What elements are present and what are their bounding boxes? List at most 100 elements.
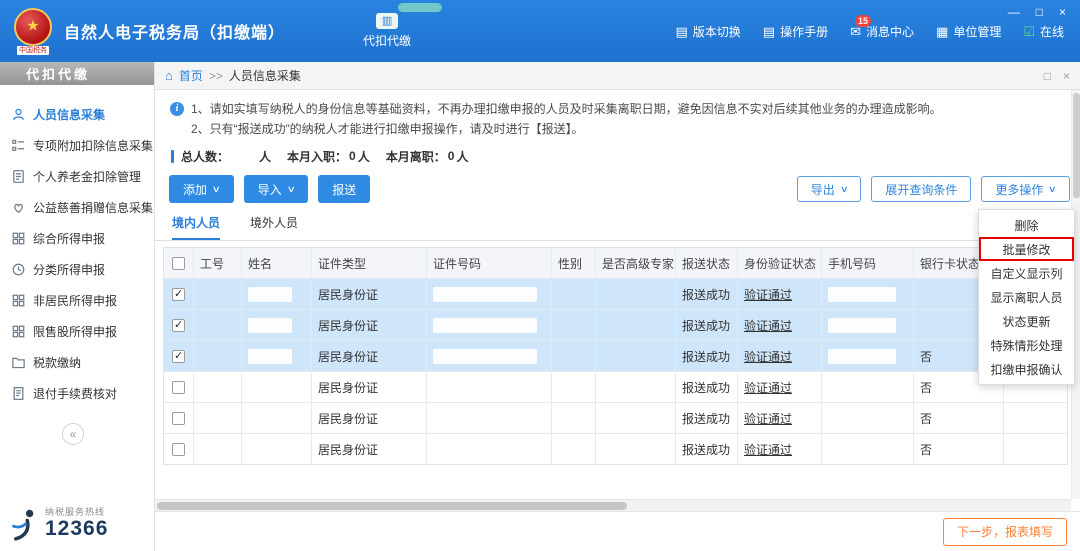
tab-withholding-module[interactable]: 代扣代缴: [363, 13, 411, 49]
sidebar-item-label: 分类所得申报: [33, 263, 106, 277]
row-checkbox[interactable]: [172, 318, 185, 332]
more-actions-button[interactable]: 更多操作 ∨: [981, 176, 1070, 202]
menu-item-custom-columns[interactable]: 自定义显示列: [979, 261, 1074, 285]
export-button[interactable]: 导出 ∨: [796, 176, 862, 202]
cell-name: [242, 434, 312, 464]
column-header: 手机号码: [822, 248, 914, 278]
sidebar-item-charity-donation[interactable]: 公益慈善捐赠信息采集: [0, 192, 154, 223]
menu-item-batch-edit[interactable]: 批量修改: [979, 237, 1074, 261]
cell-verify-status[interactable]: 验证通过: [738, 279, 822, 309]
nav-manual[interactable]: 操作手册: [763, 23, 828, 40]
sidebar-item-nonresident-income[interactable]: 非居民所得申报: [0, 285, 154, 316]
maximize-button[interactable]: □: [1036, 5, 1043, 19]
sidebar-item-personnel-info[interactable]: 人员信息采集: [0, 99, 154, 130]
sidebar-collapse-button[interactable]: «: [62, 423, 84, 445]
row-checkbox[interactable]: [172, 349, 185, 363]
breadcrumb: 首页 >> 人员信息采集 □ ×: [155, 62, 1080, 90]
cell-phone: [822, 341, 914, 371]
sidebar-item-special-deduction[interactable]: 专项附加扣除信息采集: [0, 130, 154, 161]
minimize-button[interactable]: —: [1008, 5, 1020, 19]
sidebar-item-label: 个人养老金扣除管理: [33, 170, 142, 184]
submit-button[interactable]: 报送: [318, 175, 371, 203]
horizontal-scrollbar[interactable]: [155, 499, 1071, 511]
cell-phone: [822, 279, 914, 309]
sidebar-item-pension-deduction[interactable]: 个人养老金扣除管理: [0, 161, 154, 192]
cell-phone: [822, 372, 914, 402]
deduction-list-icon: [12, 139, 25, 151]
cell-employee-no: [194, 341, 242, 371]
nav-version-switch[interactable]: 版本切换: [675, 23, 741, 40]
close-button[interactable]: ×: [1059, 5, 1066, 19]
menu-item-special-cases[interactable]: 特殊情形处理: [979, 333, 1074, 357]
cell-verify-status[interactable]: 验证通过: [738, 434, 822, 464]
cell-filler: [1004, 434, 1067, 464]
nav-label: 消息中心: [866, 24, 915, 39]
total-count-label: 总人数：: [181, 149, 230, 164]
panel-restore-button[interactable]: □: [1044, 69, 1051, 83]
column-header: 身份验证状态: [738, 248, 822, 278]
row-checkbox[interactable]: [172, 442, 185, 456]
expand-query-button[interactable]: 展开查询条件: [871, 176, 972, 202]
breadcrumb-home[interactable]: 首页: [179, 67, 203, 84]
nav-online-status[interactable]: 在线: [1023, 23, 1064, 40]
panel-close-button[interactable]: ×: [1063, 69, 1070, 83]
building-icon: [936, 25, 948, 38]
person-tabs: 境内人员 境外人员: [155, 209, 1080, 241]
stats-bar: 总人数：人 本月入职： 0 人 本月离职： 0 人: [155, 143, 1080, 169]
add-button[interactable]: 添加 ∨: [169, 175, 234, 203]
redacted-text: [433, 286, 537, 302]
cell-gender: [552, 279, 596, 309]
vertical-scrollbar-thumb[interactable]: [1073, 93, 1080, 198]
more-actions-menu: 删除 批量修改 自定义显示列 显示离职人员 状态更新 特殊情形处理 扣缴申报确认: [978, 209, 1075, 385]
sidebar-item-label: 综合所得申报: [33, 232, 106, 246]
cell-verify-status[interactable]: 验证通过: [738, 341, 822, 371]
import-button[interactable]: 导入 ∨: [243, 175, 309, 203]
cell-employee-no: [194, 372, 242, 402]
cell-id-number: [427, 434, 552, 464]
table-row[interactable]: 居民身份证 报送成功 验证通过 否: [164, 340, 1067, 371]
menu-item-status-update[interactable]: 状态更新: [979, 309, 1074, 333]
row-checkbox[interactable]: [172, 411, 185, 425]
nav-message-center[interactable]: 15 消息中心: [850, 14, 915, 40]
hotline-number: 12366: [45, 516, 109, 540]
table-row[interactable]: 居民身份证 报送成功 验证通过 否: [164, 371, 1067, 402]
sidebar-item-refund-fee-check[interactable]: 退付手续费核对: [0, 378, 154, 409]
receipt-icon: [13, 387, 24, 400]
chevron-down-icon: ∨: [839, 183, 849, 194]
menu-item-delete[interactable]: 删除: [979, 213, 1074, 237]
sidebar-item-tax-payment[interactable]: 税款缴纳: [0, 347, 154, 378]
sidebar-item-classified-income[interactable]: 分类所得申报: [0, 254, 154, 285]
row-checkbox[interactable]: [172, 380, 185, 394]
horizontal-scrollbar-thumb[interactable]: [157, 502, 627, 510]
tab-foreign-personnel[interactable]: 境外人员: [250, 214, 298, 240]
cell-name: [242, 279, 312, 309]
sidebar: 代扣代缴 人员信息采集 专项附加扣除信息采集 个人养老金扣除管理 公益慈善捐赠信…: [0, 62, 155, 551]
sidebar-item-restricted-stock-income[interactable]: 限售股所得申报: [0, 316, 154, 347]
main-area: 首页 >> 人员信息采集 □ × 1、请如实填写纳税人的身份信息等基础资料，不再…: [155, 62, 1080, 551]
next-step-button[interactable]: 下一步，报表填写: [942, 517, 1067, 546]
table-row[interactable]: 居民身份证 报送成功 验证通过: [164, 278, 1067, 309]
menu-item-show-resigned[interactable]: 显示离职人员: [979, 285, 1074, 309]
sidebar-item-comprehensive-income[interactable]: 综合所得申报: [0, 223, 154, 254]
topbar-pill: [398, 3, 442, 12]
grid-icon: [12, 294, 25, 307]
personnel-table: 工号 姓名 证件类型 证件号码 性别 是否高级专家 报送状态 身份验证状态 手机…: [163, 247, 1068, 465]
cell-verify-status[interactable]: 验证通过: [738, 403, 822, 433]
table-row[interactable]: 居民身份证 报送成功 验证通过 否: [164, 433, 1067, 464]
menu-item-withholding-confirm[interactable]: 扣缴申报确认: [979, 357, 1074, 381]
cell-name: [242, 403, 312, 433]
cell-senior-expert: [596, 310, 676, 340]
table-row[interactable]: 居民身份证 报送成功 验证通过 否: [164, 402, 1067, 433]
tab-domestic-personnel[interactable]: 境内人员: [172, 214, 221, 240]
cell-senior-expert: [596, 341, 676, 371]
select-all-checkbox[interactable]: [172, 256, 185, 270]
table-row[interactable]: 居民身份证 报送成功 验证通过: [164, 309, 1067, 340]
cell-senior-expert: [596, 372, 676, 402]
cell-employee-no: [194, 310, 242, 340]
cell-verify-status[interactable]: 验证通过: [738, 372, 822, 402]
message-badge: 15: [854, 14, 871, 27]
row-checkbox[interactable]: [172, 287, 185, 301]
cell-verify-status[interactable]: 验证通过: [738, 310, 822, 340]
nav-unit-management[interactable]: 单位管理: [936, 23, 1001, 40]
table-header-row: 工号 姓名 证件类型 证件号码 性别 是否高级专家 报送状态 身份验证状态 手机…: [164, 248, 1067, 278]
